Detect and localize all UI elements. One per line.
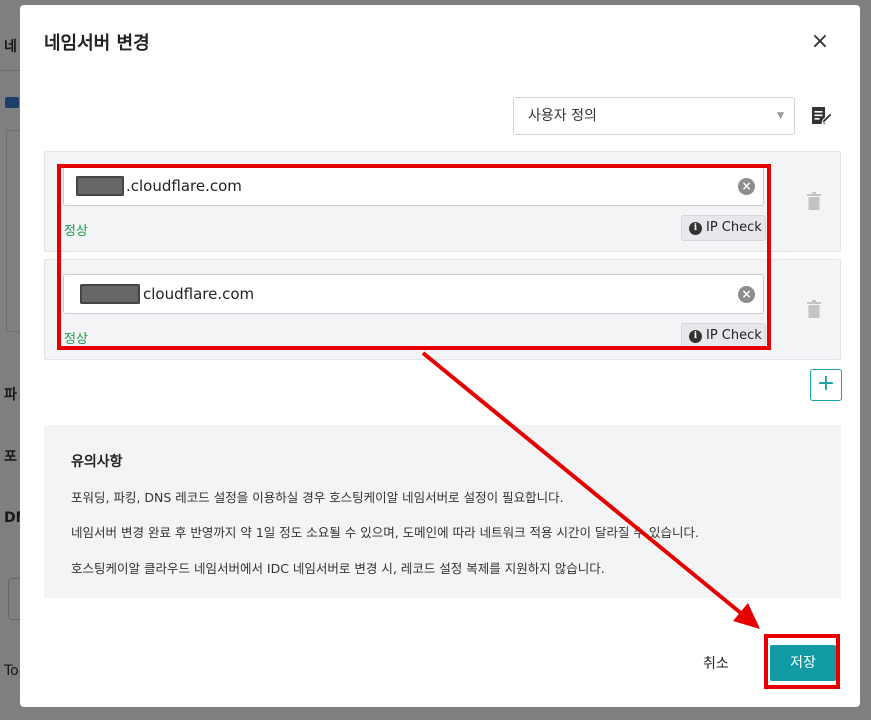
nameserver-type-select[interactable]: 사용자 정의 ▼ [513,97,795,135]
edit-icon[interactable] [810,105,832,127]
chevron-down-icon: ▼ [777,111,784,121]
notice-line: 포워딩, 파킹, DNS 레코드 설정을 이용하실 경우 호스팅케이알 네임서버… [71,490,564,505]
add-nameserver-button[interactable]: + [810,369,842,401]
notice-box: 유의사항 포워딩, 파킹, DNS 레코드 설정을 이용하실 경우 호스팅케이알… [44,425,841,598]
nameserver-change-modal: 네임서버 변경 × 사용자 정의 ▼ .cloudflare.com × 정상 … [20,5,860,707]
notice-line: 호스팅케이알 클라우드 네임서버에서 IDC 네임서버로 변경 시, 레코드 설… [71,561,605,576]
annotation-highlight-save [764,634,840,689]
annotation-highlight-nameservers [57,164,771,350]
trash-icon[interactable] [807,192,821,210]
modal-title: 네임서버 변경 [44,33,150,54]
cancel-button[interactable]: 취소 [703,653,729,673]
close-button[interactable]: × [808,31,832,53]
trash-icon[interactable] [807,300,821,318]
notice-line: 네임서버 변경 완료 후 반영까지 약 1일 정도 소요될 수 있으며, 도메인… [71,525,699,540]
notice-title: 유의사항 [71,454,123,470]
nameserver-type-selected: 사용자 정의 [528,108,597,124]
